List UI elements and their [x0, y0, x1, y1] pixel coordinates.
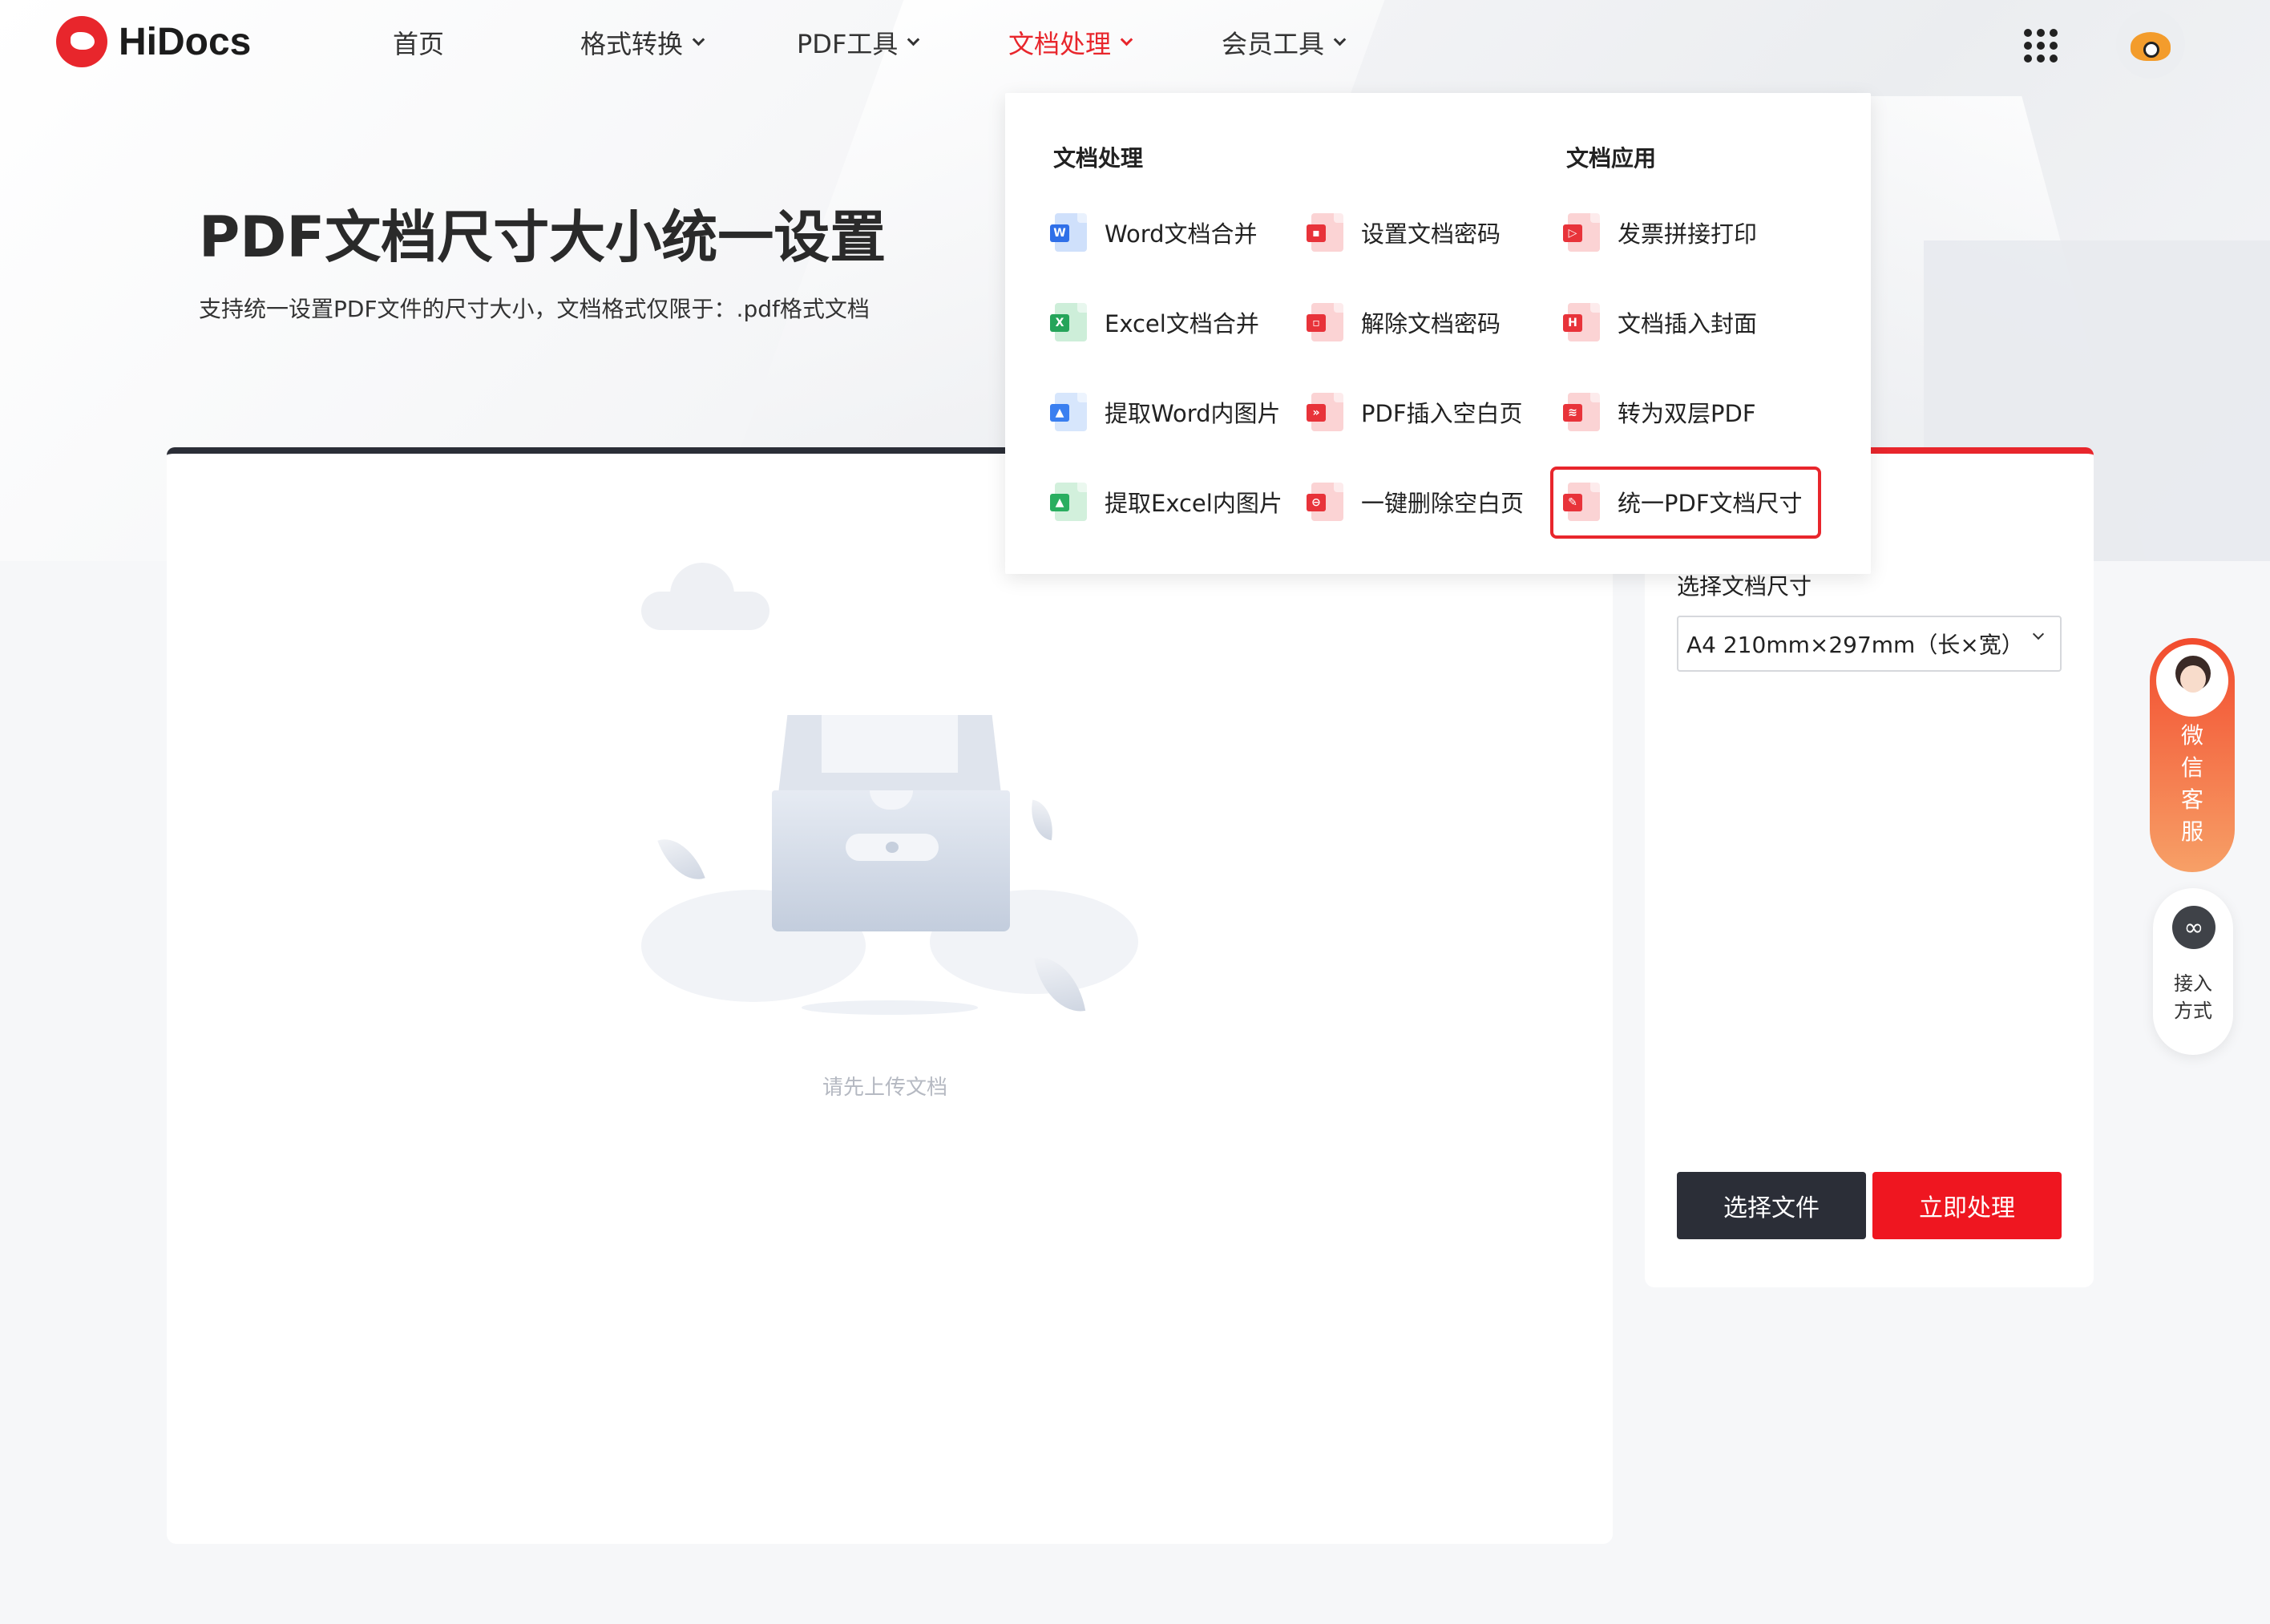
- menu-item-label: 提取Word内图片: [1105, 400, 1281, 427]
- access-method-label: 接入 方式: [2174, 972, 2212, 1022]
- empty-box-icon: [641, 705, 1138, 1026]
- process-now-button[interactable]: 立即处理: [1872, 1172, 2062, 1239]
- nav-pdf-tools-label: PDF工具: [797, 29, 899, 59]
- layers-doc-icon: ≋: [1563, 393, 1600, 431]
- menu-item-insert-blank-page[interactable]: » PDF插入空白页: [1307, 393, 1523, 431]
- excel-image-icon: ▲: [1050, 483, 1087, 521]
- chevron-down-icon: [1120, 33, 1133, 46]
- insert-page-icon: »: [1307, 393, 1343, 431]
- selected-menu-highlight: [1550, 467, 1821, 539]
- size-select-value: A4 210mm×297mm（长×宽）: [1686, 632, 2024, 658]
- wechat-service-label: 微 信 客 服: [2180, 722, 2203, 845]
- nav-doc-processing[interactable]: 文档处理: [1008, 24, 1133, 61]
- menu-item-label: Excel文档合并: [1105, 310, 1259, 337]
- top-navbar: HiDocs 首页 格式转换 PDF工具 文档处理 会员工具: [0, 0, 2270, 90]
- access-method-button[interactable]: ∞ 接入 方式: [2153, 888, 2233, 1055]
- menu-item-excel-extract-images[interactable]: ▲ 提取Excel内图片: [1050, 483, 1282, 521]
- nav-member-tools[interactable]: 会员工具: [1222, 24, 1347, 61]
- page-title: PDF文档尺寸大小统一设置: [199, 204, 887, 270]
- nav-format-convert-label: 格式转换: [580, 29, 684, 59]
- nav-doc-processing-label: 文档处理: [1008, 29, 1112, 59]
- dropdown-section-application: 文档应用: [1566, 145, 1657, 172]
- menu-item-label: 提取Excel内图片: [1105, 490, 1282, 517]
- menu-item-label: 转为双层PDF: [1618, 400, 1756, 427]
- menu-item-delete-blank-page[interactable]: ⊖ 一键删除空白页: [1307, 483, 1525, 521]
- word-doc-icon: W: [1050, 213, 1087, 252]
- choose-file-button[interactable]: 选择文件: [1677, 1172, 1866, 1239]
- chevron-down-icon: [692, 33, 705, 46]
- menu-item-insert-cover[interactable]: H 文档插入封面: [1563, 303, 1758, 341]
- hidocs-logo-icon: [56, 16, 107, 67]
- menu-item-word-extract-images[interactable]: ▲ 提取Word内图片: [1050, 393, 1281, 431]
- size-select[interactable]: A4 210mm×297mm（长×宽）: [1677, 616, 2062, 672]
- lock-doc-icon: ▪: [1307, 213, 1343, 252]
- menu-item-label: 发票拼接打印: [1618, 220, 1758, 248]
- excel-doc-icon: X: [1050, 303, 1087, 341]
- delete-page-icon: ⊖: [1307, 483, 1343, 521]
- brand-logo[interactable]: HiDocs: [56, 16, 251, 67]
- dropdown-section-processing: 文档处理: [1053, 145, 1144, 172]
- menu-item-label: 解除文档密码: [1361, 310, 1501, 337]
- menu-item-excel-merge[interactable]: X Excel文档合并: [1050, 303, 1259, 341]
- size-label: 选择文档尺寸: [1677, 573, 1812, 600]
- word-image-icon: ▲: [1050, 393, 1087, 431]
- menu-item-label: PDF插入空白页: [1361, 400, 1523, 427]
- cover-doc-icon: H: [1563, 303, 1600, 341]
- user-avatar-icon[interactable]: [2116, 10, 2185, 79]
- wechat-service-button[interactable]: 微 信 客 服: [2150, 638, 2235, 872]
- link-icon: ∞: [2172, 906, 2215, 949]
- chevron-down-icon: [2032, 628, 2045, 640]
- menu-item-set-password[interactable]: ▪ 设置文档密码: [1307, 213, 1501, 252]
- cloud-icon: [641, 563, 769, 630]
- menu-item-double-layer-pdf[interactable]: ≋ 转为双层PDF: [1563, 393, 1756, 431]
- menu-item-label: 一键删除空白页: [1361, 490, 1525, 517]
- menu-item-label: Word文档合并: [1105, 220, 1258, 248]
- customer-service-avatar-icon: [2156, 644, 2228, 717]
- chevron-down-icon: [907, 33, 920, 46]
- menu-item-invoice-print[interactable]: ▷ 发票拼接打印: [1563, 213, 1758, 252]
- menu-item-label: 文档插入封面: [1618, 310, 1758, 337]
- empty-state-text: 请先上传文档: [822, 1076, 948, 1100]
- grid-apps-icon[interactable]: [2024, 29, 2058, 63]
- nav-home[interactable]: 首页: [393, 24, 444, 61]
- invoice-doc-icon: ▷: [1563, 213, 1600, 252]
- menu-item-remove-password[interactable]: ▫ 解除文档密码: [1307, 303, 1501, 341]
- chevron-down-icon: [1333, 33, 1347, 46]
- nav-home-label: 首页: [393, 29, 445, 59]
- nav-member-tools-label: 会员工具: [1222, 29, 1325, 59]
- unlock-doc-icon: ▫: [1307, 303, 1343, 341]
- brand-name: HiDocs: [119, 20, 252, 63]
- menu-item-word-merge[interactable]: W Word文档合并: [1050, 213, 1258, 252]
- nav-format-convert[interactable]: 格式转换: [580, 24, 705, 61]
- nav-pdf-tools[interactable]: PDF工具: [797, 24, 920, 61]
- page-subtitle: 支持统一设置PDF文件的尺寸大小，文档格式仅限于：.pdf格式文档: [199, 296, 870, 322]
- menu-item-label: 设置文档密码: [1361, 220, 1501, 248]
